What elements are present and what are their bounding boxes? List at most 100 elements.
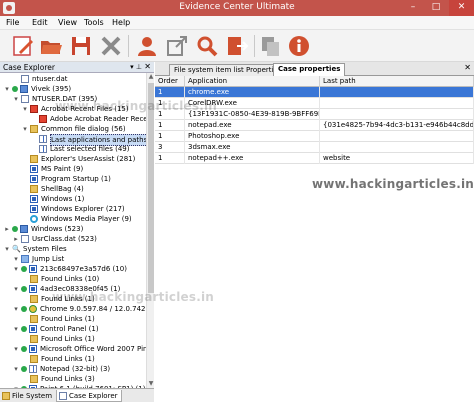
tab-file-system-item-list-properties[interactable]: File system item list Properties <box>169 64 287 76</box>
collapse-icon[interactable]: ▾ <box>12 365 20 373</box>
collapse-icon[interactable]: ▾ <box>12 305 20 313</box>
collapse-icon[interactable]: ▾ <box>12 95 20 103</box>
expand-icon[interactable]: ▸ <box>3 225 11 233</box>
tree-node[interactable]: Windows Explorer (217) <box>0 204 146 214</box>
menu-view[interactable]: View <box>58 18 77 27</box>
tree-node[interactable]: Found Links (3) <box>0 374 146 384</box>
tree-node[interactable]: ▾ Jump List <box>0 254 146 264</box>
table-row[interactable]: 1 Photoshop.exe <box>155 131 474 142</box>
tree-node-label: UsrClass.dat (523) <box>32 235 97 243</box>
tree-node[interactable]: ▾ 213c68497e3a57d6 (10) <box>0 264 146 274</box>
tree-node[interactable]: Found Links (1) <box>0 314 146 324</box>
table-cell <box>320 142 474 153</box>
tree-node[interactable]: ▾ Control Panel (1) <box>0 324 146 334</box>
tree-node[interactable]: ▸ Windows (523) <box>0 224 146 234</box>
tree-node[interactable]: ▾ Chrome 9.0.597.84 / 12.0.742.100 <box>0 304 146 314</box>
pin-icon[interactable]: ▾ ⊥ <box>130 63 142 71</box>
column-header[interactable]: Order <box>155 76 185 87</box>
collapse-icon[interactable]: ▾ <box>12 345 20 353</box>
tree-node[interactable]: Program Startup (1) <box>0 174 146 184</box>
tree-node-label: Jump List <box>32 255 65 263</box>
minimize-button[interactable]: – <box>402 0 424 16</box>
tab-file-system[interactable]: File System <box>0 390 56 402</box>
tree-node[interactable]: Last selected files (49) <box>0 144 146 154</box>
new-case-button[interactable] <box>10 33 36 59</box>
scroll-down-icon[interactable]: ▼ <box>147 380 155 388</box>
menu-file[interactable]: File <box>6 18 19 27</box>
collapse-icon[interactable]: ▾ <box>12 265 20 273</box>
close-window-button[interactable]: ✕ <box>449 0 474 16</box>
acro-icon <box>39 115 47 123</box>
report-button[interactable] <box>224 33 250 59</box>
case-icon <box>59 392 67 400</box>
copy-button[interactable] <box>258 33 284 59</box>
collapse-icon[interactable]: ▾ <box>21 125 29 133</box>
maximize-button[interactable]: □ <box>425 0 447 16</box>
tree-node-label: Microsoft Office Word 2007 Pinned <box>40 345 146 353</box>
collapse-icon[interactable]: ▾ <box>21 105 29 113</box>
menu-bar: File Edit View Tools Help <box>0 16 474 30</box>
search-button[interactable] <box>194 33 220 59</box>
table-cell: {031e4825-7b94-4dc3-b131-e946b44c8dd5}\?… <box>320 120 474 131</box>
tree-node[interactable]: ntuser.dat <box>0 74 146 84</box>
column-header[interactable]: Application <box>185 76 320 87</box>
tree-node[interactable]: Last applications and paths (7) <box>0 134 146 146</box>
tree-node[interactable]: ▾ Vivek (395) <box>0 84 146 94</box>
tree-node[interactable]: Windows Media Player (9) <box>0 214 146 224</box>
tree-node[interactable]: ShellBag (4) <box>0 184 146 194</box>
note-icon <box>39 135 47 143</box>
tree-node-label: Windows Explorer (217) <box>41 205 125 213</box>
expand-icon[interactable]: ▸ <box>12 235 20 243</box>
tree-node[interactable]: Explorer's UserAssist (281) <box>0 154 146 164</box>
scroll-thumb[interactable] <box>148 83 154 293</box>
tree-node[interactable]: ▾ 🔍 System Files <box>0 244 146 254</box>
tree-node-label: 213c68497e3a57d6 (10) <box>40 265 127 273</box>
tree-node[interactable]: MS Paint (9) <box>0 164 146 174</box>
column-header[interactable]: Last path <box>320 76 474 87</box>
collapse-icon[interactable]: ▾ <box>12 285 20 293</box>
collapse-icon[interactable]: ▾ <box>3 245 11 253</box>
export-button[interactable] <box>164 33 190 59</box>
tree-node[interactable]: Windows (1) <box>0 194 146 204</box>
collapse-icon[interactable]: ▾ <box>12 325 20 333</box>
open-case-button[interactable] <box>38 33 64 59</box>
collapse-icon[interactable]: ▾ <box>3 85 11 93</box>
collapse-icon[interactable]: ▾ <box>12 255 20 263</box>
tree-node[interactable]: ▸ UsrClass.dat (523) <box>0 234 146 244</box>
tree-node-label: ShellBag (4) <box>41 185 84 193</box>
comp-icon <box>20 225 28 233</box>
tree-node-label: Found Links (1) <box>41 315 95 323</box>
table-row[interactable]: 3 3dsmax.exe <box>155 142 474 153</box>
tree-node[interactable]: Found Links (10) <box>0 274 146 284</box>
tree-node[interactable]: Found Links (1) <box>0 354 146 364</box>
table-row[interactable]: 1 notepad++.exe website <box>155 153 474 164</box>
folder-icon <box>30 315 38 323</box>
table-cell: chrome.exe <box>185 87 320 98</box>
close-tab-icon[interactable]: ✕ <box>464 63 471 72</box>
table-row[interactable]: 1 notepad.exe {031e4825-7b94-4dc3-b131-e94… <box>155 120 474 131</box>
tree-node[interactable]: ▾ Notepad (32-bit) (3) <box>0 364 146 374</box>
table-cell <box>320 109 474 120</box>
tree-node[interactable]: Found Links (1) <box>0 334 146 344</box>
close-pane-icon[interactable]: ✕ <box>144 62 151 71</box>
tab-case-explorer[interactable]: Case Explorer <box>56 390 122 402</box>
menu-help[interactable]: Help <box>112 18 130 27</box>
tree-node-label: Chrome 9.0.597.84 / 12.0.742.100 <box>40 305 146 313</box>
save-case-button[interactable] <box>68 33 94 59</box>
app-icon <box>30 165 38 173</box>
table-cell: 3 <box>155 142 185 153</box>
scroll-up-icon[interactable]: ▲ <box>147 73 155 81</box>
about-button[interactable] <box>286 33 312 59</box>
tab-case-properties[interactable]: Case properties <box>273 63 346 77</box>
table-row[interactable]: 1 chrome.exe <box>155 87 474 98</box>
close-case-button[interactable] <box>98 33 124 59</box>
tree-node[interactable]: ▾ Microsoft Office Word 2007 Pinned <box>0 344 146 354</box>
folder-icon <box>30 295 38 303</box>
tree-scrollbar[interactable]: ▲ ▼ <box>146 73 154 388</box>
menu-tools[interactable]: Tools <box>84 18 104 27</box>
menu-edit[interactable]: Edit <box>32 18 48 27</box>
tree-node[interactable]: ▾ Common file dialog (56) <box>0 124 146 134</box>
users-button[interactable] <box>134 33 160 59</box>
tree-node[interactable]: Adobe Acrobat Reader Recent <box>0 114 146 124</box>
folder-icon <box>30 335 38 343</box>
